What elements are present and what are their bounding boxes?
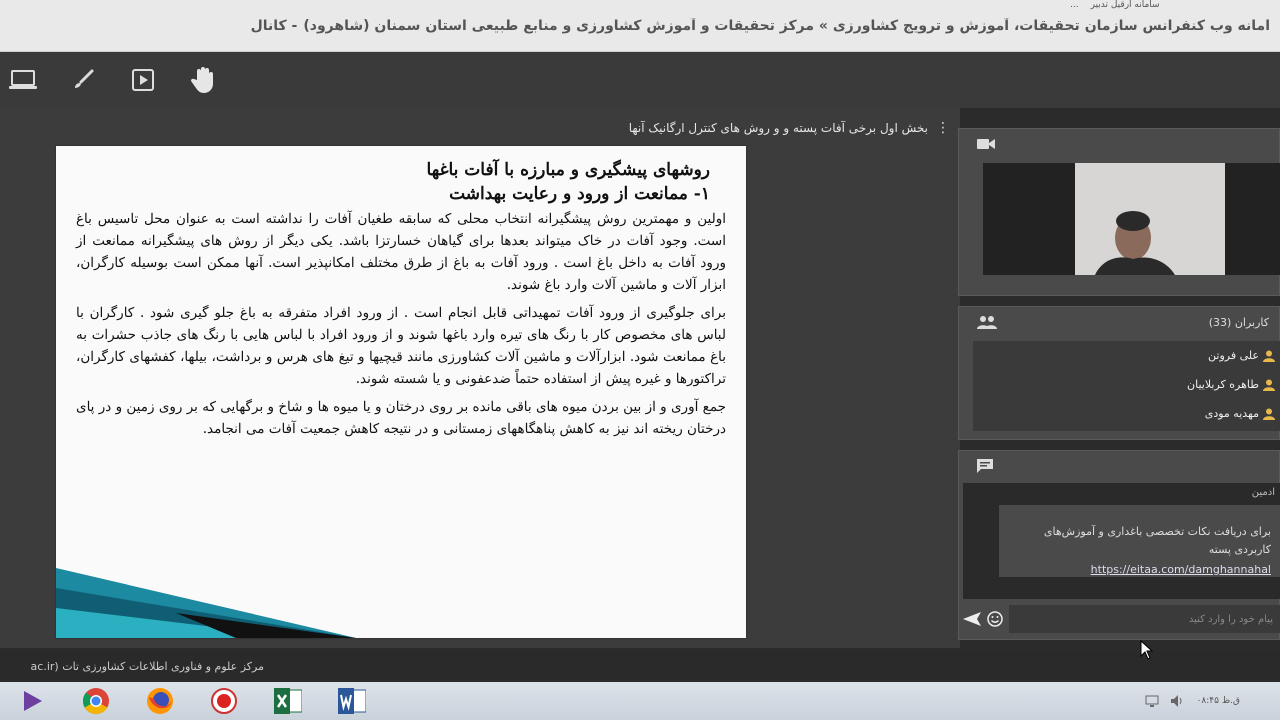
- firefox-icon[interactable]: [128, 682, 192, 720]
- presenter-video: [1075, 163, 1225, 275]
- chat-message: برای دریافت نکات تخصصی باغداری و آموزش‌ه…: [999, 505, 1280, 577]
- chrome-icon[interactable]: [64, 682, 128, 720]
- presentation-stage: بخش اول برخی آفات پسته و و روش های کنترل…: [0, 108, 960, 648]
- user-icon: [1263, 408, 1275, 420]
- users-group-icon: [977, 316, 997, 329]
- webcam-video[interactable]: [983, 163, 1280, 275]
- users-list: علی فروتن طاهره کربلاییان مهدیه مودی: [973, 341, 1280, 431]
- slide-heading: روشهای پیشگیری و مبارزه با آفات باغها: [426, 160, 710, 180]
- user-item[interactable]: علی فروتن: [973, 341, 1280, 370]
- excel-icon[interactable]: [256, 682, 320, 720]
- slide-paragraph: جمع آوری و از بین بردن میوه های باقی مان…: [76, 399, 726, 437]
- user-item[interactable]: طاهره کربلاییان: [973, 370, 1280, 399]
- stage-header: بخش اول برخی آفات پسته و و روش های کنترل…: [0, 108, 960, 148]
- footer-text: مرکز علوم و فناوری اطلاعات کشاورزی تات (…: [30, 659, 264, 673]
- chat-panel: ادمین برای دریافت نکات تخصصی باغداری و آ…: [958, 450, 1280, 640]
- chat-input[interactable]: [1009, 605, 1280, 633]
- brush-icon[interactable]: [68, 65, 98, 95]
- user-icon: [1263, 350, 1275, 362]
- os-taskbar: ۰۸:۴۵ ق.ظ: [0, 682, 1280, 720]
- send-icon[interactable]: [963, 612, 981, 626]
- video-panel: [958, 128, 1280, 296]
- top-user-name[interactable]: سامانه ارقیل تدبیر: [1091, 0, 1160, 10]
- chat-input-row: [959, 603, 1280, 635]
- screen-share-icon[interactable]: [8, 65, 38, 95]
- record-icon[interactable]: [192, 682, 256, 720]
- user-name: مهدیه مودی: [1204, 407, 1259, 420]
- clock[interactable]: ۰۸:۴۵ ق.ظ: [1197, 696, 1240, 707]
- slide-paragraph: اولین و مهمترین روش پیشگیرانه انتخاب محل…: [76, 211, 726, 293]
- top-extra: ...: [1070, 0, 1079, 10]
- stage-title: بخش اول برخی آفات پسته و و روش های کنترل…: [628, 121, 928, 135]
- word-icon[interactable]: [320, 682, 384, 720]
- right-sidebar: کاربران (33) علی فروتن طاهره کربلاییان م…: [958, 128, 1280, 648]
- page-title: امانه وب کنفرانس سازمان تحقیقات، آموزش و…: [70, 18, 1270, 34]
- chat-message-link[interactable]: https://eitaa.com/damghannahal: [1009, 563, 1271, 576]
- user-name: طاهره کربلاییان: [1187, 378, 1259, 391]
- page-title-main: امانه وب کنفرانس سازمان تحقیقات، آموزش و…: [303, 18, 1270, 34]
- kebab-menu-icon[interactable]: ⋮: [936, 120, 950, 136]
- presentation-slide: روشهای پیشگیری و مبارزه با آفات باغها ۱-…: [56, 146, 746, 638]
- users-count-label: کاربران (33): [1208, 315, 1269, 329]
- user-item[interactable]: مهدیه مودی: [973, 399, 1280, 428]
- slide-content: روشهای پیشگیری و مبارزه با آفات باغها ۱-…: [76, 160, 726, 440]
- system-tray: ۰۸:۴۵ ق.ظ: [1145, 695, 1280, 707]
- camera-icon[interactable]: [977, 138, 995, 150]
- chat-icon: [977, 459, 993, 473]
- slide-paragraph: برای جلوگیری از ورود آفات تمهیداتی قابل …: [76, 305, 726, 387]
- browser-title-bar: سامانه ارقیل تدبیر ... امانه وب کنفرانس …: [0, 0, 1280, 52]
- play-media-icon[interactable]: [128, 65, 158, 95]
- volume-icon[interactable]: [1170, 695, 1185, 707]
- footer-bar: مرکز علوم و فناوری اطلاعات کشاورزی تات (…: [0, 652, 1280, 680]
- emoji-icon[interactable]: [987, 611, 1003, 627]
- chat-message-text: برای دریافت نکات تخصصی باغداری و آموزش‌ه…: [1043, 525, 1271, 556]
- mouse-cursor-icon: [1140, 640, 1154, 660]
- top-user-strip: سامانه ارقیل تدبیر ...: [1070, 0, 1280, 10]
- slide-subheading: ۱- ممانعت از ورود و رعایت بهداشت: [449, 184, 710, 204]
- users-panel: کاربران (33) علی فروتن طاهره کربلاییان م…: [958, 306, 1280, 440]
- chat-sender: ادمین: [1251, 487, 1275, 498]
- media-player-icon[interactable]: [0, 682, 64, 720]
- user-icon: [1263, 379, 1275, 391]
- slide-decoration: [56, 568, 356, 638]
- network-icon[interactable]: [1145, 695, 1159, 707]
- page-title-tail: - کانال: [250, 18, 298, 34]
- chat-log[interactable]: ادمین برای دریافت نکات تخصصی باغداری و آ…: [963, 483, 1280, 599]
- user-name: علی فروتن: [1208, 349, 1259, 362]
- meeting-toolbar: [0, 52, 1280, 108]
- hand-raise-icon[interactable]: [188, 65, 218, 95]
